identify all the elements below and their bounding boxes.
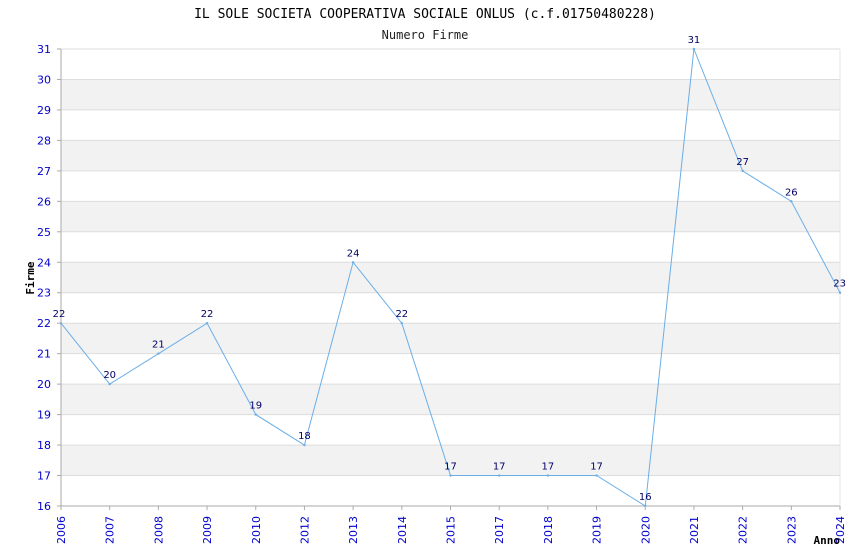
y-tick-label: 25 bbox=[37, 226, 51, 239]
x-tick-label: 2013 bbox=[347, 516, 360, 544]
data-label: 17 bbox=[542, 462, 555, 473]
x-tick-label: 2022 bbox=[737, 516, 750, 544]
x-axis-ticks: 2006 2007 2008 2009 2010 2012 2013 2014 2015 2017… bbox=[55, 506, 847, 544]
data-label: 24 bbox=[347, 248, 360, 259]
data-point bbox=[497, 474, 501, 477]
chart-root: 16 17 18 19 20 21 22 23 24 25 26 27 28 29 30 31 2006 200… bbox=[0, 0, 850, 550]
data-point bbox=[303, 443, 306, 447]
data-point bbox=[692, 47, 696, 51]
data-label: 22 bbox=[201, 309, 214, 320]
data-point bbox=[838, 291, 842, 294]
data-label: 19 bbox=[249, 401, 262, 412]
chart-subtitle: Numero Firme bbox=[382, 28, 469, 42]
y-tick-label: 17 bbox=[37, 470, 51, 483]
data-label: 17 bbox=[444, 462, 457, 473]
data-point bbox=[546, 474, 550, 477]
grid-band bbox=[61, 384, 840, 415]
x-tick-label: 2021 bbox=[688, 516, 701, 544]
y-axis-ticks: 16 17 18 19 20 21 22 23 24 25 26 27 28 29 30 31 bbox=[37, 43, 61, 513]
x-tick-label: 2023 bbox=[785, 516, 798, 544]
x-tick-label: 2014 bbox=[396, 516, 409, 544]
data-point bbox=[351, 261, 355, 264]
grid-band bbox=[61, 262, 840, 293]
data-label: 27 bbox=[736, 157, 749, 168]
y-tick-label: 21 bbox=[37, 348, 51, 361]
data-point bbox=[108, 382, 111, 386]
y-tick-label: 23 bbox=[37, 287, 51, 300]
y-tick-label: 24 bbox=[37, 256, 51, 269]
x-tick-label: 2017 bbox=[493, 516, 506, 544]
x-tick-label: 2007 bbox=[104, 516, 117, 544]
data-point bbox=[205, 322, 209, 325]
data-label: 17 bbox=[590, 462, 603, 473]
x-tick-label: 2008 bbox=[152, 516, 165, 544]
y-tick-label: 29 bbox=[37, 104, 51, 117]
data-label: 22 bbox=[53, 309, 66, 320]
y-tick-label: 19 bbox=[37, 409, 51, 422]
y-tick-label: 30 bbox=[37, 73, 51, 86]
x-tick-label: 2012 bbox=[298, 516, 311, 544]
y-tick-label: 26 bbox=[37, 195, 51, 208]
data-point bbox=[254, 413, 257, 416]
y-tick-label: 20 bbox=[37, 378, 51, 391]
y-tick-label: 16 bbox=[37, 500, 51, 513]
data-point bbox=[741, 169, 744, 173]
y-tick-label: 31 bbox=[37, 43, 51, 56]
line-chart: 16171819202122232425262728293031 2006 200… bbox=[24, 7, 847, 547]
data-label: 18 bbox=[298, 431, 311, 442]
data-point bbox=[790, 200, 793, 203]
data-label: 26 bbox=[785, 187, 798, 198]
x-tick-label: 2019 bbox=[591, 516, 604, 544]
data-label: 22 bbox=[395, 309, 408, 320]
data-label: 20 bbox=[103, 370, 116, 381]
data-point bbox=[400, 322, 404, 325]
x-tick-label: 2009 bbox=[201, 516, 214, 544]
grid-band bbox=[61, 201, 840, 232]
x-tick-label: 2018 bbox=[542, 516, 555, 544]
y-tick-label: 22 bbox=[37, 317, 51, 330]
chart-title: IL SOLE SOCIETA COOPERATIVA SOCIALE ONLU… bbox=[194, 7, 656, 22]
grid-bands bbox=[61, 79, 840, 476]
data-point bbox=[595, 474, 598, 477]
x-tick-label: 2006 bbox=[55, 516, 68, 544]
x-axis-title: Anno bbox=[814, 534, 841, 547]
y-axis-title: Firme bbox=[24, 261, 37, 294]
data-point bbox=[157, 352, 160, 355]
data-label: 21 bbox=[152, 340, 165, 351]
data-label: 17 bbox=[493, 462, 506, 473]
y-tick-label: 28 bbox=[37, 134, 51, 147]
grid-band bbox=[61, 79, 840, 110]
x-tick-label: 2015 bbox=[445, 516, 458, 544]
y-tick-label: 27 bbox=[37, 165, 51, 178]
grid-band bbox=[61, 140, 840, 171]
data-label: 16 bbox=[639, 492, 652, 503]
data-label: 31 bbox=[688, 35, 701, 46]
data-point bbox=[449, 474, 452, 477]
grid-band bbox=[61, 323, 840, 354]
y-tick-label: 18 bbox=[37, 439, 51, 452]
data-label: 23 bbox=[833, 279, 846, 290]
x-tick-label: 2010 bbox=[250, 516, 263, 544]
x-tick-label: 2020 bbox=[639, 516, 652, 544]
